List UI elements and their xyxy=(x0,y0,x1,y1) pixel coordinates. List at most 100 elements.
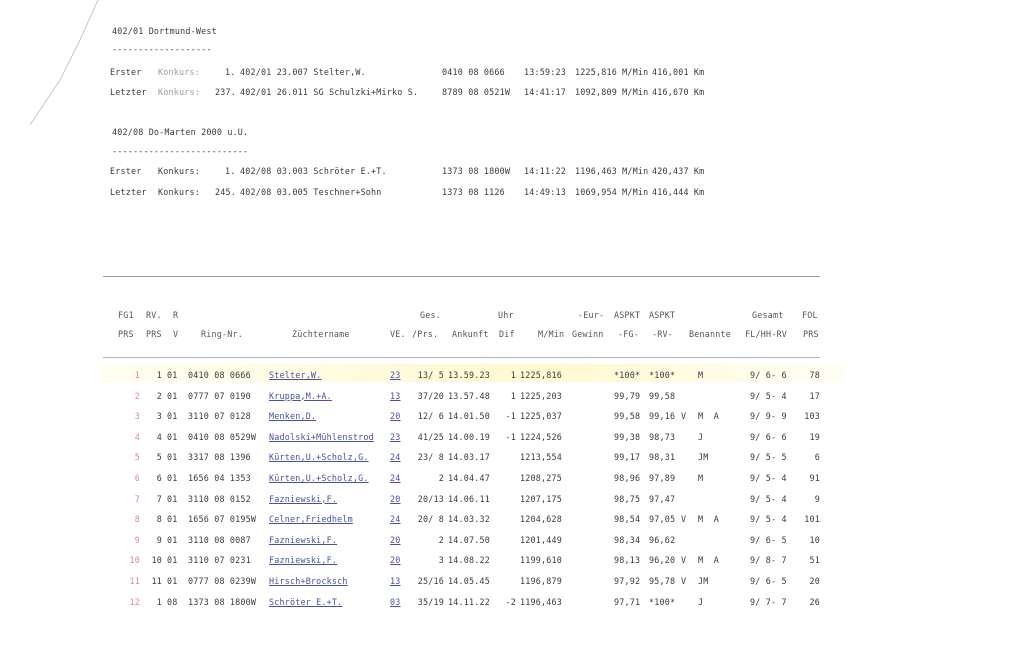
cell-ring: 3110 07 0128 xyxy=(188,411,251,422)
col-ankunft: Ankunft xyxy=(452,329,489,339)
km: 420,437 Km xyxy=(652,166,705,176)
cell-ve[interactable]: 24 xyxy=(390,473,400,483)
cell-prs: 41/25 xyxy=(417,431,444,442)
cell-aspkt-fg: 97,71 xyxy=(614,596,641,607)
col-prs: /Prs. xyxy=(412,329,439,339)
cell-ve[interactable]: 03 xyxy=(390,597,400,607)
cell-dif: -1 xyxy=(505,411,516,422)
ring: 0410 08 0666 xyxy=(442,67,505,77)
cell-ankunft: 14.08.22 xyxy=(448,555,490,566)
cell-ankunft: 14.04.47 xyxy=(448,473,490,483)
speed: 1225,816 M/Min xyxy=(575,67,649,77)
cell-ring: 0410 08 0666 xyxy=(188,370,251,380)
time: 14:41:17 xyxy=(524,87,566,97)
cell-ankunft: 13.59.23 xyxy=(448,370,490,380)
col-rv: RV. xyxy=(146,310,162,320)
cell-fg-prs: 4 xyxy=(134,431,140,442)
cell-mmin: 1225,203 xyxy=(520,390,562,401)
col-mmin: M/Min xyxy=(538,329,565,339)
cell-ring: 3317 08 1396 xyxy=(188,452,251,463)
cell-zuchtername[interactable]: Celner,Friedhelm xyxy=(269,514,353,524)
cell-fol: 6 xyxy=(814,452,820,463)
cell-ve[interactable]: 20 xyxy=(390,494,400,504)
entry: 402/08 03.003 Schröter E.+T. xyxy=(240,166,387,176)
cell-ve[interactable]: 24 xyxy=(390,514,400,524)
cell-v: V xyxy=(681,514,687,525)
cell-aspkt-fg: 98,96 xyxy=(614,473,641,483)
cell-rv-prs: 8 xyxy=(156,514,162,525)
cell-r: 01 xyxy=(167,411,178,422)
table-row: 5 5 01 3317 08 1396 Kürten,U.+Scholz,G. 24 23/… xyxy=(0,452,1024,464)
cell-aspkt-rv: 96,62 xyxy=(649,534,676,545)
cell-aspkt-rv: 96,20 xyxy=(649,555,676,566)
cell-prs: 23/ 8 xyxy=(417,452,444,463)
cell-dif: 1 xyxy=(510,390,516,401)
cell-zuchtername[interactable]: Kürten,U.+Scholz,G. xyxy=(269,473,369,483)
cell-r: 01 xyxy=(167,431,178,442)
cell-v: V xyxy=(681,576,687,586)
cell-prs: 3 xyxy=(438,555,444,566)
club1-title: 402/01 Dortmund-West xyxy=(112,26,217,36)
cell-aspkt-fg: 99,17 xyxy=(614,452,641,463)
cell-zuchtername[interactable]: Kruppa,M.+A. xyxy=(269,391,332,401)
cell-zuchtername[interactable]: Fazniewski,F. xyxy=(269,494,337,504)
cell-fg-prs: 8 xyxy=(134,514,140,525)
col-fg1: FG1 xyxy=(118,310,134,320)
cell-ve[interactable]: 13 xyxy=(390,576,400,586)
cell-ve[interactable]: 24 xyxy=(390,452,400,462)
cell-ve[interactable]: 23 xyxy=(390,370,400,380)
cell-zuchtername[interactable]: Hirsch+Brocksch xyxy=(269,576,348,586)
table-row: 2 2 01 0777 07 0190 Kruppa,M.+A. 13 37/20 13.57… xyxy=(0,391,1024,403)
cell-mmin: 1201,449 xyxy=(520,534,562,545)
cell-zuchtername[interactable]: Menken,D. xyxy=(269,411,316,421)
rank: 1. xyxy=(225,67,236,77)
cell-benannte: M xyxy=(698,473,704,483)
cell-r: 01 xyxy=(167,390,178,401)
col-dif: Dif xyxy=(499,329,515,339)
col-prs-fg: PRS xyxy=(118,329,134,339)
cell-benannte: M A xyxy=(698,514,719,525)
cell-zuchtername[interactable]: Stelter,W. xyxy=(269,370,321,380)
cell-zuchtername[interactable]: Fazniewski,F. xyxy=(269,555,337,565)
header-bottom-rule xyxy=(103,357,820,358)
cell-r: 01 xyxy=(167,576,178,586)
cell-ve[interactable]: 23 xyxy=(390,432,400,442)
cell-gesamt: 9/ 6- 6 xyxy=(750,431,787,442)
entry: 402/01 26.011 SG Schulzki+Mirko S. xyxy=(240,87,419,97)
cell-aspkt-fg: 99,58 xyxy=(614,411,641,422)
cell-fol: 9 xyxy=(814,493,820,504)
cell-rv-prs: 1 xyxy=(156,596,162,607)
cell-ankunft: 14.06.11 xyxy=(448,493,490,504)
cell-fol: 26 xyxy=(809,596,820,607)
cell-ve[interactable]: 20 xyxy=(390,555,400,565)
cell-zuchtername[interactable]: Schröter E.+T. xyxy=(269,597,342,607)
cell-ankunft: 14.03.32 xyxy=(448,514,490,525)
cell-ankunft: 14.01.50 xyxy=(448,411,490,422)
cell-mmin: 1199,610 xyxy=(520,555,562,566)
cell-fol: 17 xyxy=(809,390,820,401)
cell-fol: 101 xyxy=(804,514,820,525)
cell-ve[interactable]: 20 xyxy=(390,411,400,421)
cell-ve[interactable]: 13 xyxy=(390,391,400,401)
cell-r: 01 xyxy=(167,370,178,380)
cell-zuchtername[interactable]: Nadolski+Mühlenstrod xyxy=(269,432,374,442)
cell-zuchtername[interactable]: Fazniewski,F. xyxy=(269,535,337,545)
cell-gesamt: 9/ 5- 4 xyxy=(750,473,787,483)
cell-zuchtername[interactable]: Kürten,U.+Scholz,G. xyxy=(269,452,369,462)
col-ring: Ring-Nr. xyxy=(201,329,243,339)
cell-aspkt-rv: 97,89 xyxy=(649,473,676,483)
col-gewinn: Gewinn xyxy=(572,329,604,339)
cell-fol: 10 xyxy=(809,534,820,545)
cell-r: 01 xyxy=(167,493,178,504)
col-aspkt-fg: ASPKT xyxy=(614,310,641,320)
cell-ve[interactable]: 20 xyxy=(390,535,400,545)
label-konkurs: Konkurs: xyxy=(158,187,200,197)
col-benannte: Benannte xyxy=(689,329,731,339)
cell-fg-prs: 5 xyxy=(134,452,140,463)
label: Erster xyxy=(110,166,142,176)
cell-mmin: 1196,463 xyxy=(520,596,562,607)
cell-mmin: 1225,037 xyxy=(520,411,562,422)
col-r: R xyxy=(173,310,179,320)
cell-dif: -2 xyxy=(505,596,516,607)
table-row: 6 6 01 1656 04 1353 Kürten,U.+Scholz,G. 24 2 14… xyxy=(0,473,1024,485)
